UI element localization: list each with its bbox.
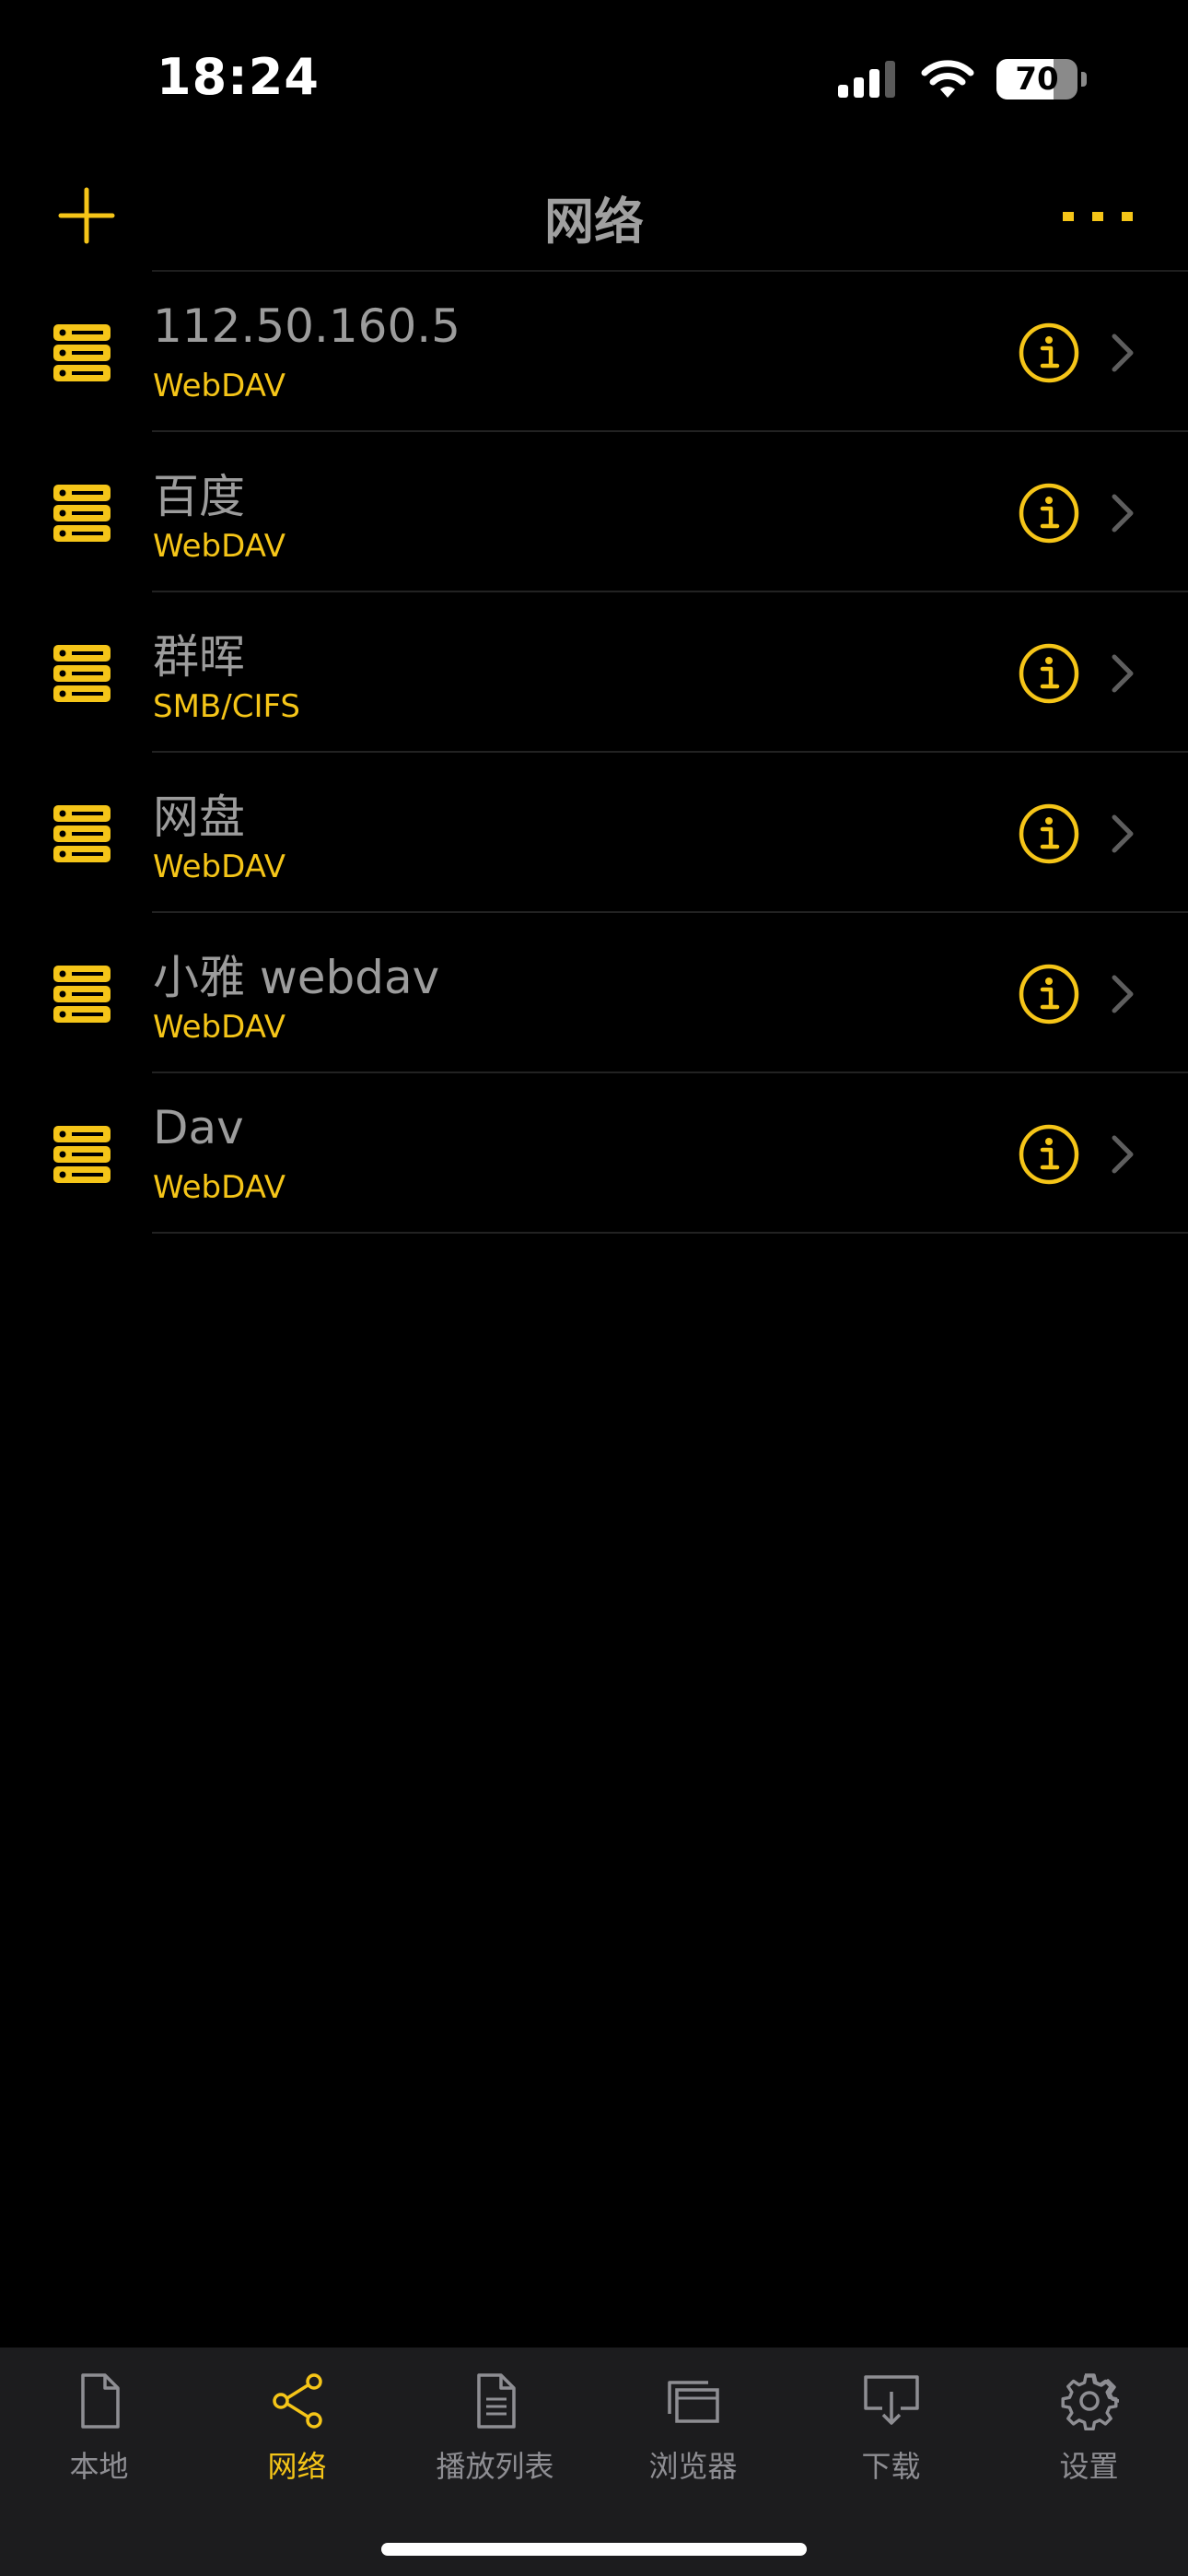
server-type: WebDAV <box>153 849 286 885</box>
server-type: WebDAV <box>153 368 286 404</box>
server-icon <box>53 1126 111 1183</box>
server-row[interactable]: 网盘 WebDAV <box>0 753 1188 913</box>
tab-label: 播放列表 <box>436 2449 554 2484</box>
server-name: 网盘 <box>153 790 245 844</box>
playlist-icon <box>476 2373 516 2429</box>
chevron-right-icon <box>1112 494 1134 533</box>
tab-settings[interactable]: 设置 <box>990 2371 1188 2491</box>
download-tray-icon <box>863 2375 919 2425</box>
battery-indicator: 70 <box>996 59 1077 100</box>
info-icon[interactable] <box>1019 1124 1079 1185</box>
server-name: 百度 <box>153 470 245 523</box>
home-indicator[interactable] <box>381 2543 807 2556</box>
server-icon <box>53 966 111 1023</box>
server-icon <box>53 485 111 542</box>
info-icon[interactable] <box>1019 483 1079 544</box>
tab-label: 设置 <box>1059 2449 1119 2484</box>
server-row[interactable]: 小雅 webdav WebDAV <box>0 913 1188 1073</box>
gear-icon <box>1060 2373 1119 2430</box>
status-time: 18:24 <box>157 48 320 106</box>
cellular-signal-icon <box>838 61 895 98</box>
navigation-bar: 网络 <box>0 157 1188 271</box>
info-icon[interactable] <box>1019 803 1079 864</box>
chevron-right-icon <box>1112 1135 1134 1174</box>
server-type: WebDAV <box>153 528 286 565</box>
info-icon[interactable] <box>1019 964 1079 1025</box>
status-bar: 18:24 70 <box>0 0 1188 157</box>
battery-percent: 70 <box>1015 61 1059 98</box>
tab-network[interactable]: 网络 <box>198 2371 396 2491</box>
server-icon <box>53 645 111 702</box>
server-name: Dav <box>153 1101 244 1154</box>
server-type: WebDAV <box>153 1009 286 1046</box>
chevron-right-icon <box>1112 654 1134 693</box>
tab-browser[interactable]: 浏览器 <box>594 2371 792 2491</box>
share-network-icon <box>272 2373 322 2429</box>
tab-local[interactable]: 本地 <box>0 2371 198 2491</box>
server-row[interactable]: 群晖 SMB/CIFS <box>0 592 1188 753</box>
browser-windows-icon <box>667 2381 719 2423</box>
tab-label: 本地 <box>69 2449 129 2484</box>
battery-cap <box>1081 72 1087 87</box>
server-name: 112.50.160.5 <box>153 299 460 353</box>
server-name: 群晖 <box>153 630 245 684</box>
server-type: WebDAV <box>153 1169 286 1206</box>
tab-label: 网络 <box>267 2449 327 2484</box>
chevron-right-icon <box>1112 814 1134 853</box>
tab-download[interactable]: 下载 <box>792 2371 990 2491</box>
server-icon <box>53 324 111 381</box>
chevron-right-icon <box>1112 975 1134 1013</box>
server-row[interactable]: 百度 WebDAV <box>0 432 1188 592</box>
server-type: SMB/CIFS <box>153 688 301 725</box>
info-icon[interactable] <box>1019 322 1079 383</box>
server-row[interactable]: 112.50.160.5 WebDAV <box>0 272 1188 432</box>
status-icons: 70 <box>838 57 1087 101</box>
server-row[interactable]: Dav WebDAV <box>0 1073 1188 1234</box>
tab-label: 浏览器 <box>648 2449 738 2484</box>
tab-playlist[interactable]: 播放列表 <box>396 2371 594 2491</box>
wifi-icon <box>921 60 974 98</box>
tab-bar: 本地 网络 播放列表 浏览器 下载 设置 <box>0 2348 1188 2576</box>
server-list: 112.50.160.5 WebDAV 百度 WebDAV 群晖 SMB/CIF… <box>0 270 1188 1234</box>
page-title: 网络 <box>544 193 644 251</box>
server-icon <box>53 805 111 862</box>
chevron-right-icon <box>1112 334 1134 372</box>
tab-label: 下载 <box>861 2449 921 2484</box>
info-icon[interactable] <box>1019 643 1079 704</box>
server-rows: 112.50.160.5 WebDAV 百度 WebDAV 群晖 SMB/CIF… <box>0 272 1188 1234</box>
document-icon <box>80 2373 120 2429</box>
ellipsis-icon[interactable] <box>1061 199 1135 232</box>
server-name: 小雅 webdav <box>153 951 440 1004</box>
